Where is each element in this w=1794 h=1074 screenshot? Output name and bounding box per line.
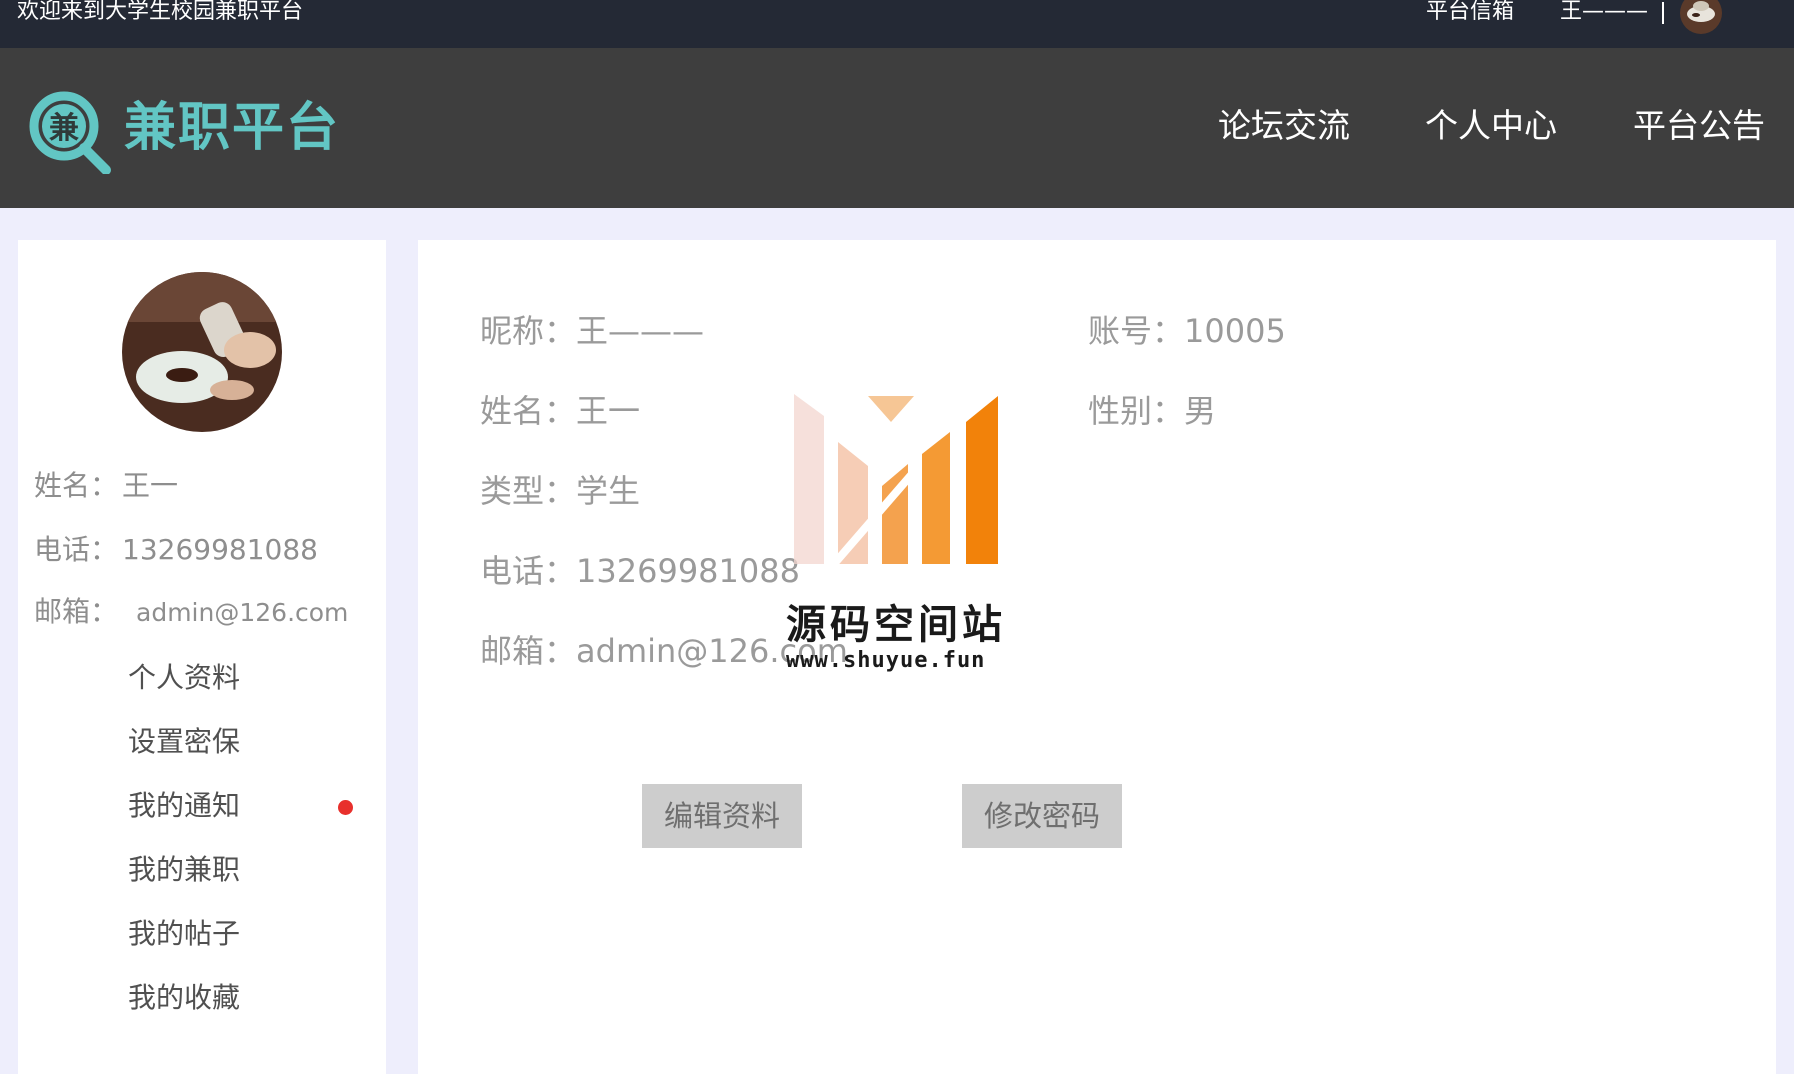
email-label: 邮箱： (34, 595, 119, 628)
nickname-field: 昵称：王——— (480, 306, 704, 352)
menu-personal-info[interactable]: 个人资料 (128, 656, 240, 696)
change-password-button[interactable]: 修改密码 (962, 784, 1122, 848)
nav-announcements[interactable]: 平台公告 (1633, 104, 1765, 148)
gender-field: 性别：男 (1088, 386, 1216, 432)
type-field: 类型：学生 (480, 466, 640, 512)
menu-my-posts[interactable]: 我的帖子 (128, 912, 240, 952)
gender-label: 性别： (1088, 392, 1185, 430)
edit-profile-button[interactable]: 编辑资料 (642, 784, 802, 848)
name-label: 姓名： (480, 392, 577, 430)
nav-forum[interactable]: 论坛交流 (1218, 104, 1350, 148)
gender-value: 男 (1184, 392, 1217, 430)
name-value: 王一 (576, 392, 641, 430)
sidebar-name: 姓名： 王一 (34, 464, 178, 504)
profile-panel: 昵称：王——— 账号：10005 姓名：王一 性别：男 类型：学生 电话：132… (418, 240, 1776, 1074)
platform-mailbox-link[interactable]: 平台信箱 (1426, 0, 1514, 24)
phone-label: 电话： (480, 552, 577, 590)
sidebar: 姓名： 王一 电话： 13269981088 邮箱： admin@126.com 个人… (18, 240, 386, 1074)
watermark-title: 源码空间站 (786, 602, 1006, 648)
user-avatar-small[interactable] (1680, 0, 1722, 34)
phone-label: 电话： (34, 533, 119, 566)
username-link[interactable]: 王——— (1560, 0, 1648, 24)
email-value: admin@126.com (136, 598, 349, 627)
phone-field: 电话：13269981088 (480, 546, 800, 592)
notification-dot (338, 800, 353, 815)
name-value: 王一 (122, 469, 179, 502)
email-label: 邮箱： (480, 632, 577, 670)
name-field: 姓名：王一 (480, 386, 640, 432)
menu-security-question[interactable]: 设置密保 (128, 720, 240, 760)
type-label: 类型： (480, 472, 577, 510)
name-label: 姓名： (34, 469, 119, 502)
logo-char: 兼 (49, 111, 79, 146)
nickname-label: 昵称： (480, 312, 577, 350)
phone-value: 13269981088 (576, 552, 800, 590)
nav-personal-center[interactable]: 个人中心 (1425, 104, 1557, 148)
phone-value: 13269981088 (122, 533, 318, 566)
menu-my-jobs[interactable]: 我的兼职 (128, 848, 240, 888)
type-value: 学生 (576, 472, 641, 510)
welcome-text: 欢迎来到大学生校园兼职平台 (17, 0, 304, 24)
menu-my-favorites[interactable]: 我的收藏 (128, 976, 240, 1016)
site-header: 兼 兼职平台 论坛交流 个人中心 平台公告 (0, 48, 1794, 208)
brand-name[interactable]: 兼职平台 (124, 96, 340, 160)
menu-my-notifications[interactable]: 我的通知 (128, 784, 240, 824)
brand-logo-icon[interactable]: 兼 (26, 88, 112, 175)
account-field: 账号：10005 (1088, 306, 1286, 352)
top-bar: 欢迎来到大学生校园兼职平台 平台信箱 王——— (0, 0, 1794, 48)
sidebar-phone: 电话： 13269981088 (34, 528, 318, 568)
divider (1662, 2, 1664, 24)
avatar (122, 272, 282, 432)
nickname-value: 王——— (576, 312, 705, 350)
watermark-logo-icon (794, 394, 1000, 567)
account-value: 10005 (1184, 312, 1286, 350)
watermark-url: www.shuyue.fun (786, 648, 986, 673)
sidebar-email: 邮箱： admin@126.com (34, 590, 348, 630)
account-label: 账号： (1088, 312, 1185, 350)
